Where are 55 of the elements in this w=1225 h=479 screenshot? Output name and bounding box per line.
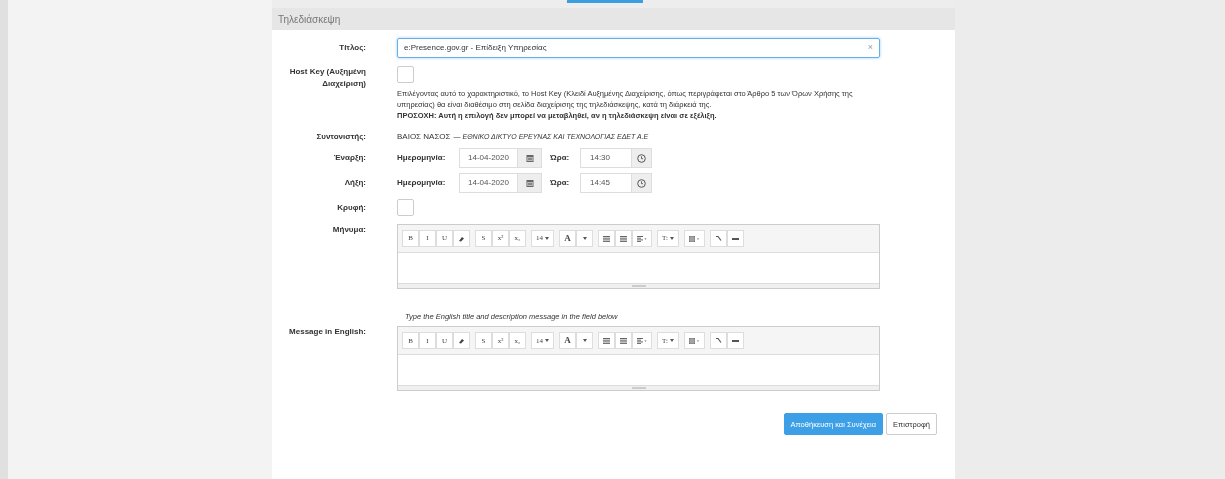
list-button[interactable] <box>598 230 615 247</box>
field-label: Host Key (Αυξημένη Διαχείριση) <box>288 66 366 90</box>
date-input[interactable]: 14-04-2020 <box>459 148 542 168</box>
caret-icon <box>545 237 549 240</box>
list-icon <box>620 235 627 242</box>
clock-icon <box>637 178 646 188</box>
eraser-icon <box>458 235 465 242</box>
list-button[interactable] <box>615 230 632 247</box>
checkbox[interactable] <box>397 66 414 83</box>
time-label: Ώρα: <box>550 177 571 189</box>
resize-handle[interactable] <box>631 387 646 390</box>
eraser-button[interactable] <box>453 332 470 350</box>
list-icon <box>603 235 610 242</box>
eraser-icon <box>458 337 465 344</box>
list-icon <box>603 337 610 344</box>
caret-icon <box>669 339 674 343</box>
caret-icon <box>669 237 674 240</box>
field-label: Έναρξη: <box>333 152 366 164</box>
field-label: Μήνυμα: <box>332 224 366 236</box>
date-label: Ημερομηνία: <box>397 177 447 189</box>
date-label: Ημερομηνία: <box>397 152 447 164</box>
time-label: Ώρα: <box>550 152 571 164</box>
list-button[interactable] <box>598 332 615 350</box>
list-button[interactable] <box>615 332 632 350</box>
coordinator-name: ΒΑΙΟΣ ΝΑΣΟΣ <box>397 131 451 143</box>
checkbox[interactable] <box>397 199 414 216</box>
field-label: Κρυφή: <box>337 202 366 214</box>
highlight-button[interactable]: A <box>559 230 576 247</box>
highlight-button[interactable]: A <box>559 332 576 350</box>
field-label: Τίτλος: <box>339 42 366 54</box>
table-button[interactable] <box>683 230 705 247</box>
align-icon <box>637 337 647 344</box>
time-input[interactable]: 14:45 <box>580 173 652 193</box>
time-input[interactable]: 14:30 <box>580 148 652 168</box>
align-icon <box>637 235 647 242</box>
horizontal-rule-icon <box>731 339 739 342</box>
field-label: Message in English: <box>289 326 366 339</box>
panel-title: Τηλεδιάσκεψη <box>272 8 955 30</box>
align-button[interactable] <box>632 230 652 247</box>
date-input[interactable]: 14-04-2020 <box>459 173 542 193</box>
list-icon <box>620 337 627 344</box>
field-label: Λήξη: <box>344 177 366 189</box>
align-button[interactable] <box>632 332 652 350</box>
horizontal-rule-icon <box>731 237 739 240</box>
calendar-icon <box>525 179 534 187</box>
caret-icon <box>582 237 587 240</box>
eraser-button[interactable] <box>453 230 470 247</box>
table-button[interactable] <box>683 332 705 350</box>
field-label: Συντονιστής: <box>316 131 366 143</box>
caret-icon <box>582 339 587 343</box>
caret-icon <box>545 339 549 343</box>
clock-icon <box>637 153 646 163</box>
calendar-icon <box>525 154 534 162</box>
title-input[interactable]: e:Presence.gov.gr - Επίδειξη Υπηρεσίας × <box>397 38 880 58</box>
input-value: e:Presence.gov.gr - Επίδειξη Υπηρεσίας <box>404 42 548 54</box>
